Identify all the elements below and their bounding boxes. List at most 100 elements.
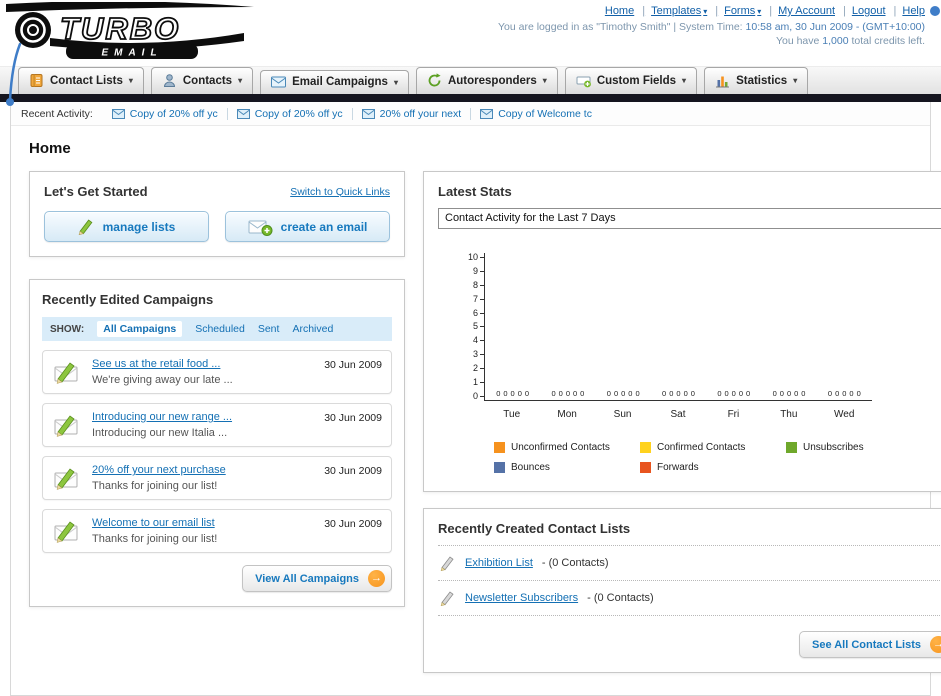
filter-sent[interactable]: Sent	[258, 323, 280, 335]
login-status: You are logged in as "Timothy Smith" | S…	[498, 21, 925, 33]
tab-email-campaigns[interactable]: Email Campaigns ▾	[260, 70, 409, 94]
pencil-icon	[440, 590, 456, 606]
stats-legend: Unconfirmed Contacts Confirmed Contacts Un…	[494, 442, 941, 473]
legend-item: Unsubscribes	[786, 442, 932, 453]
campaign-link[interactable]: Introducing our new range ...	[92, 411, 232, 423]
legend-swatch	[494, 442, 505, 453]
campaign-link[interactable]: 20% off your next purchase	[92, 464, 226, 476]
link-forms[interactable]: Forms ▾	[724, 5, 778, 17]
header-meta: Home Templates▾ Forms▾ My Account Logout…	[498, 5, 925, 47]
legend-swatch	[640, 462, 651, 473]
envelope-plus-icon	[248, 218, 273, 236]
legend-swatch	[640, 442, 651, 453]
contact-list-row[interactable]: Newsletter Subscribers - (0 Contacts)	[438, 581, 941, 616]
campaign-subject: Introducing our new Italia ...	[92, 427, 228, 439]
contacts-icon	[162, 73, 177, 88]
statistics-icon	[715, 73, 730, 88]
legend-label: Forwards	[657, 462, 699, 473]
campaign-date: 30 Jun 2009	[324, 465, 382, 477]
content-frame: Recent Activity: Copy of 20% off yc Copy…	[10, 102, 941, 696]
chevron-down-icon: ▾	[703, 6, 708, 16]
campaign-link[interactable]: See us at the retail food ...	[92, 358, 233, 370]
x-axis-label: Fri	[727, 409, 740, 420]
stats-period-select[interactable]: Contact Activity for the Last 7 Days ▾	[438, 208, 941, 229]
filter-archived[interactable]: Archived	[292, 323, 333, 335]
y-axis-label: 3	[473, 350, 484, 359]
tab-custom-fields[interactable]: Custom Fields ▾	[564, 67, 698, 94]
x-axis-label: Sat	[670, 409, 686, 420]
campaign-edit-icon	[52, 358, 82, 386]
recent-activity-item[interactable]: Copy of 20% off yc	[103, 107, 228, 120]
campaign-row[interactable]: Introducing our new range ... Introducin…	[42, 403, 392, 447]
autoresponders-icon	[427, 73, 442, 88]
chart-value-group: 00000	[662, 389, 695, 398]
y-axis-label: 2	[473, 364, 484, 373]
legend-label: Confirmed Contacts	[657, 442, 746, 453]
switch-quick-links-link[interactable]: Switch to Quick Links	[290, 186, 390, 198]
view-all-campaigns-button[interactable]: View All Campaigns →	[242, 565, 392, 592]
filter-scheduled[interactable]: Scheduled	[195, 323, 245, 335]
page-body: Home Let's Get Started Switch to Quick L…	[11, 126, 941, 695]
campaign-date: 30 Jun 2009	[324, 412, 382, 424]
chart-x-axis: Tue Mon Sun Sat Fri Thu Wed	[484, 401, 872, 420]
legend-item: Bounces	[494, 462, 640, 473]
system-time: 10:58 am, 30 Jun 2009	[745, 21, 853, 33]
envelope-icon	[480, 108, 494, 119]
get-started-panel: Let's Get Started Switch to Quick Links …	[29, 171, 405, 257]
chevron-down-icon: ▾	[682, 76, 687, 85]
envelope-icon	[111, 108, 125, 119]
recent-activity-item[interactable]: Copy of Welcome tc	[471, 108, 601, 120]
campaign-link[interactable]: Welcome to our email list	[92, 517, 217, 529]
y-axis-label: 9	[473, 266, 484, 276]
create-email-button[interactable]: create an email	[225, 211, 390, 242]
tab-contact-lists[interactable]: Contact Lists ▾	[18, 67, 144, 94]
campaign-subject: Thanks for joining our list!	[92, 480, 218, 492]
chevron-down-icon: ▾	[542, 76, 547, 85]
link-templates[interactable]: Templates ▾	[651, 5, 724, 17]
legend-label: Unconfirmed Contacts	[511, 442, 610, 453]
corner-dot-decoration	[930, 6, 940, 16]
y-axis-label: 5	[473, 322, 484, 331]
chart-value-group: 00000	[772, 389, 806, 398]
tab-autoresponders[interactable]: Autoresponders ▾	[415, 67, 558, 94]
chart-value-group: 00000	[551, 389, 585, 398]
manage-lists-button[interactable]: manage lists	[44, 211, 209, 242]
contact-list-link[interactable]: Newsletter Subscribers	[465, 592, 578, 604]
recent-activity-bar: Recent Activity: Copy of 20% off yc Copy…	[11, 102, 930, 126]
recent-campaigns-panel: Recently Edited Campaigns SHOW: All Camp…	[29, 279, 405, 607]
y-axis-label: 7	[473, 294, 484, 304]
y-axis-label: 8	[473, 280, 484, 290]
y-axis-label: 0	[473, 391, 484, 401]
main-navigation: Contact Lists ▾ Contacts ▾ Email Campaigns…	[0, 66, 941, 94]
campaign-edit-icon	[52, 411, 82, 439]
contact-list-row[interactable]: Exhibition List - (0 Contacts)	[438, 546, 941, 581]
link-my-account[interactable]: My Account	[778, 5, 852, 17]
filter-all-campaigns[interactable]: All Campaigns	[97, 321, 183, 337]
link-logout[interactable]: Logout	[852, 5, 903, 17]
chevron-down-icon: ▾	[238, 76, 243, 85]
see-all-contact-lists-button[interactable]: See All Contact Lists →	[798, 631, 941, 658]
chevron-down-icon: ▾	[393, 77, 398, 87]
y-axis-label: 10	[468, 253, 484, 262]
chart-zero-groups: 00000 00000 00000 00000 00000 00000 00000	[485, 389, 872, 398]
campaign-row[interactable]: 20% off your next purchase Thanks for jo…	[42, 456, 392, 500]
credits-status: You have 1,000 total credits left.	[775, 35, 925, 47]
recent-contact-lists-panel: Recently Created Contact Lists Exhibitio…	[423, 508, 941, 673]
campaign-row[interactable]: Welcome to our email list Thanks for joi…	[42, 509, 392, 553]
legend-item: Forwards	[640, 462, 786, 473]
chevron-down-icon: ▾	[128, 76, 133, 85]
contact-list-link[interactable]: Exhibition List	[465, 557, 533, 569]
logo-text-turbo: TURBO	[60, 11, 180, 46]
campaign-subject: We're giving away our late ...	[92, 374, 233, 386]
link-help[interactable]: Help	[902, 5, 925, 17]
contact-list-count: - (0 Contacts)	[541, 557, 609, 569]
tab-statistics[interactable]: Statistics ▾	[704, 67, 809, 94]
show-label: SHOW:	[50, 323, 85, 335]
campaign-row[interactable]: See us at the retail food ... We're givi…	[42, 350, 392, 394]
link-home[interactable]: Home	[605, 5, 651, 17]
pencil-icon	[78, 218, 95, 235]
recent-activity-item[interactable]: 20% off your next	[353, 107, 472, 120]
tab-contacts[interactable]: Contacts ▾	[150, 67, 254, 94]
recent-activity-item[interactable]: Copy of 20% off yc	[228, 107, 353, 120]
x-axis-label: Wed	[834, 409, 855, 420]
